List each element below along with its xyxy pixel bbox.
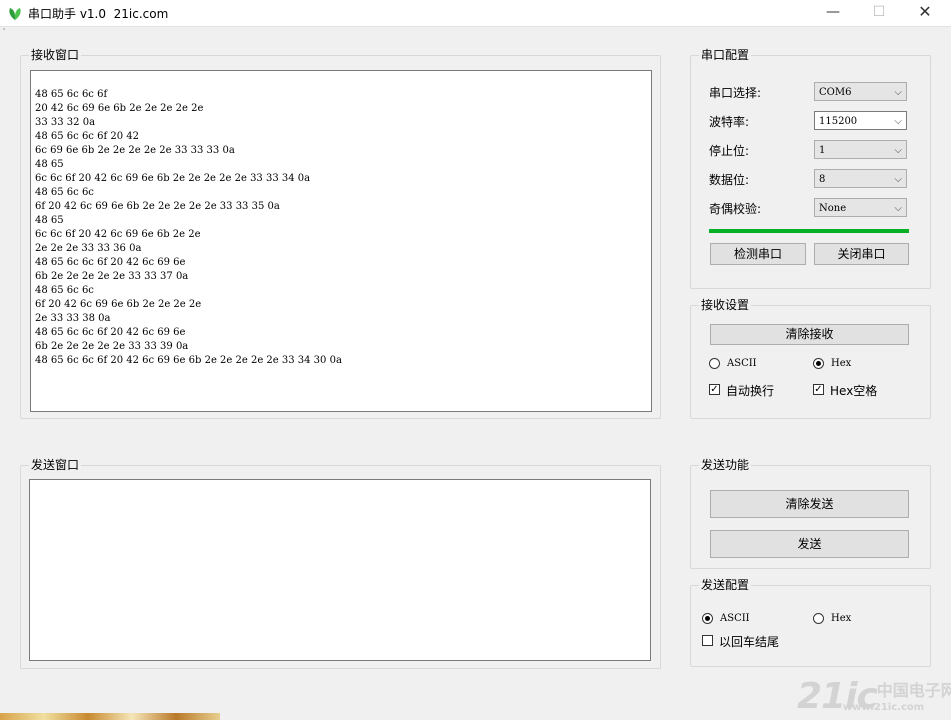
minimize-button[interactable]: — [810,0,856,26]
receive-line: 6b 2e 2e 2e 2e 2e 33 33 37 0a [35,271,189,282]
receive-ascii-radio[interactable] [709,358,720,369]
clear-receive-button[interactable]: 清除接收 [710,324,909,345]
receive-hex-radio[interactable] [813,358,824,369]
parity-label: 奇偶校验: [709,202,762,216]
chevron-down-icon: ⌵ [894,116,902,127]
resize-marker: ' [3,27,6,36]
auto-newline-label: 自动换行 [726,384,775,398]
send-ascii-label: ASCII [720,613,750,624]
watermark-url: www.21ic.com [843,702,925,713]
serial-config-title: 串口配置 [699,47,752,63]
data-bits-value: 8 [819,174,826,185]
parity-value: None [819,203,847,214]
hex-space-label: Hex空格 [830,384,878,398]
receive-line: 6b 2e 2e 2e 2e 2e 33 33 39 0a [35,341,189,352]
receive-textbox[interactable]: 48 65 6c 6c 6f 20 42 6c 69 6e 6b 2e 2e 2e… [30,70,652,412]
detect-port-button[interactable]: 检测串口 [710,243,806,265]
chevron-down-icon: ⌵ [894,87,902,98]
taskbar-strip [0,713,220,720]
baud-value: 115200 [819,116,858,127]
send-config-group: 发送配置 [690,577,931,667]
close-port-button[interactable]: 关闭串口 [814,243,909,265]
receive-line: 6c 6c 6f 20 42 6c 69 6e 6b 2e 2e 2e 2e 2… [35,173,311,184]
auto-newline-checkbox[interactable]: ✓ [709,384,720,395]
receive-line: 48 65 6c 6c 6f [35,89,108,100]
clear-send-button[interactable]: 清除发送 [710,490,909,518]
receive-window-title: 接收窗口 [29,47,82,63]
connection-progress-bar [709,229,909,233]
receive-line: 48 65 6c 6c [35,187,94,198]
data-bits-label: 数据位: [709,173,750,187]
receive-line: 48 65 6c 6c [35,285,94,296]
receive-line: 6f 20 42 6c 69 6e 6b 2e 2e 2e 2e 2e 33 3… [35,201,280,212]
crlf-ending-label: 以回车结尾 [719,635,780,649]
progress-fill [709,229,909,233]
receive-line: 48 65 6c 6c 6f 20 42 6c 69 6e 6b 2e 2e 2… [35,355,342,366]
receive-line: 6c 6c 6f 20 42 6c 69 6e 6b 2e 2e [35,229,201,240]
receive-line: 48 65 6c 6c 6f 20 42 6c 69 6e [35,257,186,268]
chevron-down-icon: ⌵ [894,145,902,156]
receive-line: 33 33 32 0a [35,117,96,128]
chevron-down-icon: ⌵ [894,203,902,214]
stop-bits-select[interactable]: 1 ⌵ [814,140,907,159]
receive-ascii-label: ASCII [727,358,757,369]
leaf-icon [9,8,21,20]
send-ascii-radio[interactable] [702,613,713,624]
receive-line: 20 42 6c 69 6e 6b 2e 2e 2e 2e 2e [35,103,204,114]
parity-select[interactable]: None ⌵ [814,198,907,217]
receive-line: 6c 69 6e 6b 2e 2e 2e 2e 2e 33 33 33 0a [35,145,235,156]
receive-line: 48 65 [35,215,64,226]
port-select[interactable]: COM6 ⌵ [814,82,907,101]
send-config-title: 发送配置 [699,577,752,593]
receive-line: 48 65 6c 6c 6f 20 42 6c 69 6e [35,327,186,338]
send-hex-radio[interactable] [813,613,824,624]
receive-line: 48 65 6c 6c 6f 20 42 [35,131,139,142]
send-function-title: 发送功能 [699,457,752,473]
maximize-button[interactable]: ☐ [856,0,902,26]
port-label: 串口选择: [709,86,762,100]
receive-line: 6f 20 42 6c 69 6e 6b 2e 2e 2e 2e [35,299,202,310]
chevron-down-icon: ⌵ [894,174,902,185]
receive-line: 2e 33 33 38 0a [35,313,111,324]
receive-line: 48 65 [35,159,64,170]
hex-space-checkbox[interactable]: ✓ [813,384,824,395]
send-textbox[interactable] [29,479,651,661]
port-value: COM6 [819,87,852,98]
baud-select[interactable]: 115200 ⌵ [814,111,907,130]
close-button[interactable]: ✕ [902,0,948,26]
send-button[interactable]: 发送 [710,530,909,558]
baud-label: 波特率: [709,115,750,129]
send-hex-label: Hex [831,613,852,624]
send-window-title: 发送窗口 [29,457,82,473]
stop-bits-value: 1 [819,145,826,156]
receive-hex-label: Hex [831,358,852,369]
receive-settings-title: 接收设置 [699,297,752,313]
window-title: 串口助手 v1.0 21ic.com [28,7,169,21]
watermark-cn: 中国电子网 [876,681,951,700]
stop-bits-label: 停止位: [709,144,750,158]
title-bar: 串口助手 v1.0 21ic.com — ☐ ✕ [0,0,951,27]
receive-lines: 48 65 6c 6c 6f 20 42 6c 69 6e 6b 2e 2e 2e… [35,88,342,368]
data-bits-select[interactable]: 8 ⌵ [814,169,907,188]
receive-line: 2e 2e 2e 33 33 36 0a [35,243,142,254]
crlf-ending-checkbox[interactable] [702,635,713,646]
